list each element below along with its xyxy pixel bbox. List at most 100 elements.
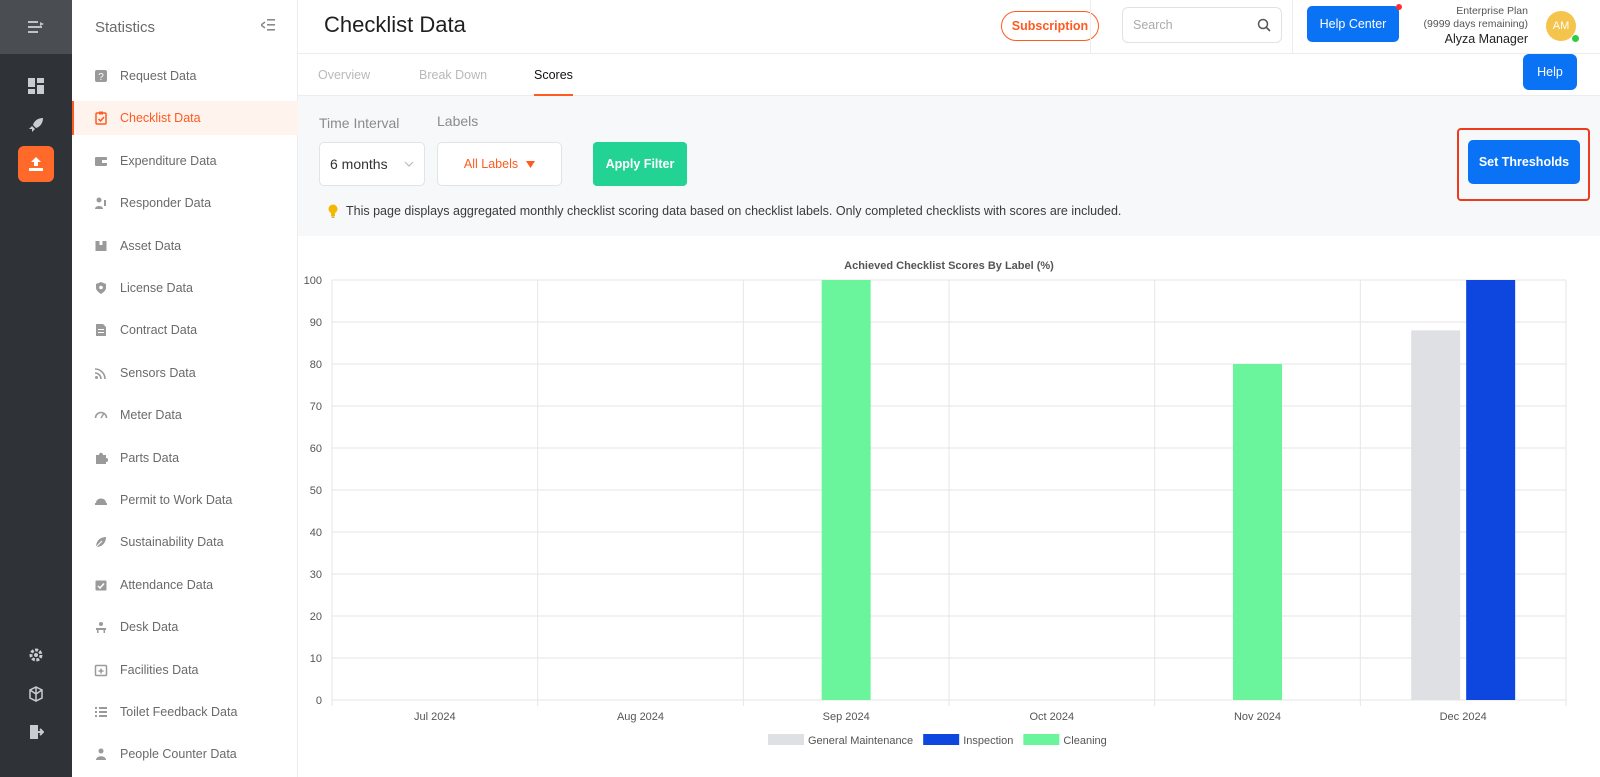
icon-rail <box>0 0 72 777</box>
statistics-sidebar: Statistics ? Request Data Checklist Data Ex… <box>72 0 298 777</box>
caret-down-icon <box>526 160 536 168</box>
sidebar-item-label: Checklist Data <box>120 111 201 126</box>
sidebar-item-toilet-feedback-data[interactable]: Toilet Feedback Data <box>72 695 298 729</box>
y-tick-label: 40 <box>310 527 322 539</box>
puzzle-icon <box>94 451 108 465</box>
wallet-icon <box>94 154 108 168</box>
time-interval-value: 6 months <box>330 156 388 172</box>
cube-icon[interactable] <box>18 676 54 712</box>
time-interval-label: Time Interval <box>319 115 400 131</box>
sidebar-item-license-data[interactable]: License Data <box>72 271 298 305</box>
chart-title: Achieved Checklist Scores By Label (%) <box>844 260 1054 272</box>
header-divider <box>1292 0 1293 54</box>
y-tick-label: 50 <box>310 485 322 497</box>
question-icon: ? <box>94 69 108 83</box>
y-tick-label: 100 <box>304 275 322 287</box>
leaf-icon <box>94 535 108 549</box>
top-header: Checklist Data Subscription Help Center … <box>298 0 1600 54</box>
search-icon[interactable] <box>1257 18 1271 32</box>
sidebar-item-label: Contract Data <box>120 323 198 338</box>
labels-value: All Labels <box>463 157 519 171</box>
sidebar-item-sustainability-data[interactable]: Sustainability Data <box>72 525 298 559</box>
labels-select[interactable]: All Labels <box>437 142 562 186</box>
sidebar-item-label: Expenditure Data <box>120 153 217 168</box>
legend-label: Cleaning <box>1063 735 1106 747</box>
apply-filter-button[interactable]: Apply Filter <box>593 142 687 186</box>
shield-icon <box>94 281 108 295</box>
calendar-plus-icon <box>94 663 108 677</box>
people-counter-icon <box>94 747 108 761</box>
sidebar-item-expenditure-data[interactable]: Expenditure Data <box>72 144 298 178</box>
help-button[interactable]: Help <box>1523 54 1577 90</box>
sidebar-item-request-data[interactable]: ? Request Data <box>72 59 298 93</box>
chevron-down-icon <box>404 161 414 167</box>
user-name[interactable]: Alyza Manager <box>1424 33 1528 46</box>
sidebar-item-sensors-data[interactable]: Sensors Data <box>72 356 298 390</box>
dashboard-icon[interactable] <box>18 68 54 104</box>
sidebar-item-permit-to-work-data[interactable]: Permit to Work Data <box>72 483 298 517</box>
sidebar-item-responder-data[interactable]: Responder Data <box>72 186 298 220</box>
bar-cleaning-nov-2024 <box>1233 364 1282 700</box>
sidebar-item-label: People Counter Data <box>120 747 237 762</box>
sidebar-item-asset-data[interactable]: Asset Data <box>72 229 298 263</box>
subscription-button[interactable]: Subscription <box>1001 11 1099 41</box>
logout-icon[interactable] <box>18 714 54 750</box>
scores-chart-card: Achieved Checklist Scores By Label (%) 0 1… <box>298 236 1600 777</box>
legend-swatch <box>1023 734 1060 745</box>
y-tick-label: 60 <box>310 443 322 455</box>
search-input[interactable] <box>1133 18 1253 32</box>
y-tick-label: 90 <box>310 317 322 329</box>
sidebar-item-parts-data[interactable]: Parts Data <box>72 441 298 475</box>
labels-label: Labels <box>437 113 479 129</box>
sidebar-item-attendance-data[interactable]: Attendance Data <box>72 568 298 602</box>
desk-icon <box>94 620 108 634</box>
x-tick-label: Nov 2024 <box>1234 711 1281 723</box>
help-center-button[interactable]: Help Center <box>1307 6 1399 42</box>
gauge-icon <box>94 408 108 422</box>
sidebar-item-label: Permit to Work Data <box>120 493 233 507</box>
sidebar-item-desk-data[interactable]: Desk Data <box>72 610 298 644</box>
list-icon <box>94 705 108 719</box>
legend-swatch <box>923 734 960 745</box>
info-message: This page displays aggregated monthly ch… <box>328 204 1121 218</box>
filter-panel: Time Interval Labels 6 months All Labels… <box>298 96 1600 236</box>
sidebar-item-label: Facilities Data <box>120 662 199 677</box>
sidebar-item-meter-data[interactable]: Meter Data <box>72 398 298 432</box>
statistics-icon[interactable] <box>18 146 54 182</box>
time-interval-select[interactable]: 6 months <box>319 142 425 186</box>
gear-icon[interactable] <box>18 637 54 673</box>
clipboard-check-icon <box>94 111 108 126</box>
sidebar-title: Statistics <box>95 18 156 36</box>
search-box[interactable] <box>1122 7 1282 43</box>
online-status-dot <box>1571 34 1580 43</box>
plan-name: Enterprise Plan <box>1456 5 1528 17</box>
tab-overview[interactable]: Overview <box>318 54 370 96</box>
document-icon <box>94 323 108 337</box>
bar-cleaning-sep-2024 <box>821 280 871 700</box>
y-tick-label: 10 <box>310 653 322 665</box>
notification-dot <box>1396 4 1402 10</box>
sidebar-item-label: Sensors Data <box>120 365 196 380</box>
menu-toggle-icon[interactable] <box>0 0 72 54</box>
bar-general-maintenance-dec-2024 <box>1411 330 1461 700</box>
sidebar-item-label: Toilet Feedback Data <box>120 705 238 719</box>
legend-label: General Maintenance <box>808 735 913 747</box>
tab-break-down[interactable]: Break Down <box>419 54 487 96</box>
tab-scores[interactable]: Scores <box>534 54 573 96</box>
info-text: This page displays aggregated monthly ch… <box>346 204 1122 218</box>
signal-icon <box>94 366 108 380</box>
tab-bar: Overview Break Down Scores Help <box>298 54 1600 96</box>
sidebar-item-label: Asset Data <box>120 238 182 253</box>
sidebar-item-facilities-data[interactable]: Facilities Data <box>72 653 298 687</box>
set-thresholds-button[interactable]: Set Thresholds <box>1468 140 1580 184</box>
sidebar-item-contract-data[interactable]: Contract Data <box>72 313 298 347</box>
sidebar-item-people-counter-data[interactable]: People Counter Data <box>72 737 298 771</box>
sidebar-item-label: Attendance Data <box>120 577 214 592</box>
lightbulb-icon <box>328 204 338 218</box>
legend-label: Inspection <box>963 735 1013 747</box>
legend-swatch <box>768 734 804 745</box>
sidebar-item-label: Responder Data <box>120 196 212 211</box>
collapse-sidebar-icon[interactable] <box>259 18 275 36</box>
rocket-icon[interactable] <box>18 107 54 143</box>
sidebar-item-checklist-data[interactable]: Checklist Data <box>72 101 298 136</box>
